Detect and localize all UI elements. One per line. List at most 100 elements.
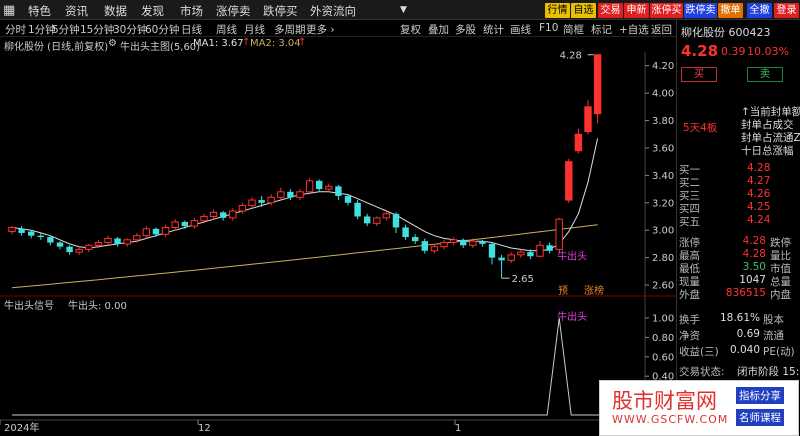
watermark-url: WWW.GSCFW.COM — [612, 413, 729, 426]
stat-label-4: 外盘 — [679, 289, 700, 301]
lower-indicator-value: 牛出头: 0.00 — [68, 299, 127, 312]
candle — [373, 216, 381, 227]
stat2-label-2: 收益(三) — [679, 346, 719, 358]
price-change: 0.39 — [721, 45, 746, 58]
lower-tick-label: 1.00 — [652, 314, 674, 325]
y-tick-label: 4.20 — [652, 61, 674, 72]
candle — [430, 243, 439, 254]
candle — [66, 245, 73, 255]
candle — [142, 226, 151, 239]
stat-value-4: 836515 — [725, 287, 766, 299]
candle — [200, 213, 208, 224]
lower-signal-label: 牛出头 — [557, 310, 587, 323]
top-button-7[interactable]: 全撤 — [747, 3, 772, 18]
high-label: 4.28 — [560, 51, 582, 62]
zt-tag: 涨榜 — [584, 284, 604, 297]
stat2-label-0: 换手 — [679, 314, 700, 326]
candle — [344, 194, 352, 206]
limit-up-tag: 5天4板 — [683, 122, 718, 134]
x-tick-label: 2024年 — [4, 421, 39, 434]
bid-price-1: 4.27 — [747, 175, 771, 187]
candle — [335, 184, 342, 201]
y-tick-label: 3.80 — [652, 116, 674, 127]
top-button-8[interactable]: 登录 — [774, 3, 799, 18]
candle — [584, 99, 592, 135]
candle — [507, 252, 515, 264]
stat-value-0: 4.28 — [742, 235, 766, 247]
signal-line — [12, 317, 640, 416]
candle — [449, 237, 458, 246]
low-label: 2.65 — [512, 274, 534, 285]
last-price: 4.28 — [681, 42, 719, 60]
ma1-line — [11, 138, 599, 252]
top-button-5[interactable]: 跌停卖 — [684, 3, 717, 18]
candle — [75, 246, 83, 255]
candle — [488, 242, 496, 265]
lower-indicator-name[interactable]: 牛出头信号 — [4, 299, 54, 312]
trading-window: ▦ 特色 资讯 数据 发现 市场 涨停卖 跌停买 外资流向 ▼ 行情 自选 交易 申新… — [0, 0, 800, 436]
candle — [412, 234, 419, 244]
bid-price-3: 4.25 — [747, 201, 771, 213]
candle — [593, 54, 602, 124]
candle — [47, 235, 54, 246]
candle — [565, 158, 573, 203]
candle — [574, 128, 583, 154]
candle — [171, 219, 179, 231]
stat-value-3: 1047 — [739, 274, 766, 286]
watermark-title: 股市财富网 — [612, 389, 717, 413]
sell-button[interactable]: 卖 — [747, 67, 783, 82]
y-tick-label: 3.20 — [652, 198, 674, 209]
candle — [277, 187, 285, 201]
candle — [8, 226, 16, 235]
x-tick-label: 1 — [455, 423, 461, 434]
candle — [296, 189, 304, 201]
candle — [555, 217, 563, 253]
candle — [325, 183, 333, 192]
candle — [190, 217, 199, 229]
candle — [517, 249, 525, 258]
candle — [114, 237, 121, 247]
candle — [209, 209, 218, 220]
candle — [18, 226, 25, 236]
bid-label-4: 买五 — [679, 216, 700, 228]
watermark-tag-course: 名师课程 — [736, 409, 784, 426]
candle — [364, 213, 371, 227]
candle — [161, 224, 170, 238]
quote-panel: 柳化股份 600423 4.28 0.39 10.03% 买 卖 5天4板 ↑当… — [676, 20, 800, 436]
candle — [104, 235, 112, 246]
y-tick-label: 2.60 — [652, 281, 674, 292]
stat2-value-2: 0.040 — [729, 344, 760, 356]
candle — [56, 241, 64, 250]
top-button-6[interactable]: 撤单 — [718, 3, 743, 18]
stat2-label2-0: 股本 — [763, 314, 784, 326]
stat2-value-1: 0.69 — [736, 328, 760, 340]
stock-name: 柳化股份 600423 — [681, 26, 771, 39]
pre-tag: 预 — [558, 285, 568, 297]
candle — [460, 238, 467, 249]
stat2-label-1: 净资 — [679, 330, 700, 342]
candle — [392, 212, 400, 233]
buy-button[interactable]: 买 — [681, 67, 717, 82]
stat2-value-0: 18.61% — [719, 312, 760, 324]
candle — [421, 238, 428, 254]
bid-price-4: 4.24 — [747, 214, 771, 226]
stat-value-1: 4.28 — [742, 248, 766, 260]
stat2-label2-2: PE(动) — [763, 346, 795, 358]
chart-area[interactable]: 4.20 4.00 3.80 3.60 3.40 3.20 3.00 2.80 2.60 牛出头… — [0, 0, 676, 436]
candle — [305, 178, 314, 195]
y-tick-label: 3.60 — [652, 143, 674, 154]
candle — [220, 211, 227, 221]
stat-value-2: 3.50 — [742, 261, 766, 273]
lower-tick-label: 0.80 — [652, 333, 674, 344]
y-tick-label: 4.00 — [652, 89, 674, 100]
candle — [546, 242, 553, 254]
status-label: 交易状态: — [679, 366, 725, 378]
candle — [181, 220, 188, 229]
candle — [440, 239, 448, 250]
candle — [152, 227, 160, 238]
candle — [123, 238, 131, 247]
candle — [28, 230, 35, 239]
candle — [402, 224, 409, 240]
candle — [85, 243, 93, 253]
watermark-tag-share: 指标分享 — [736, 387, 784, 404]
